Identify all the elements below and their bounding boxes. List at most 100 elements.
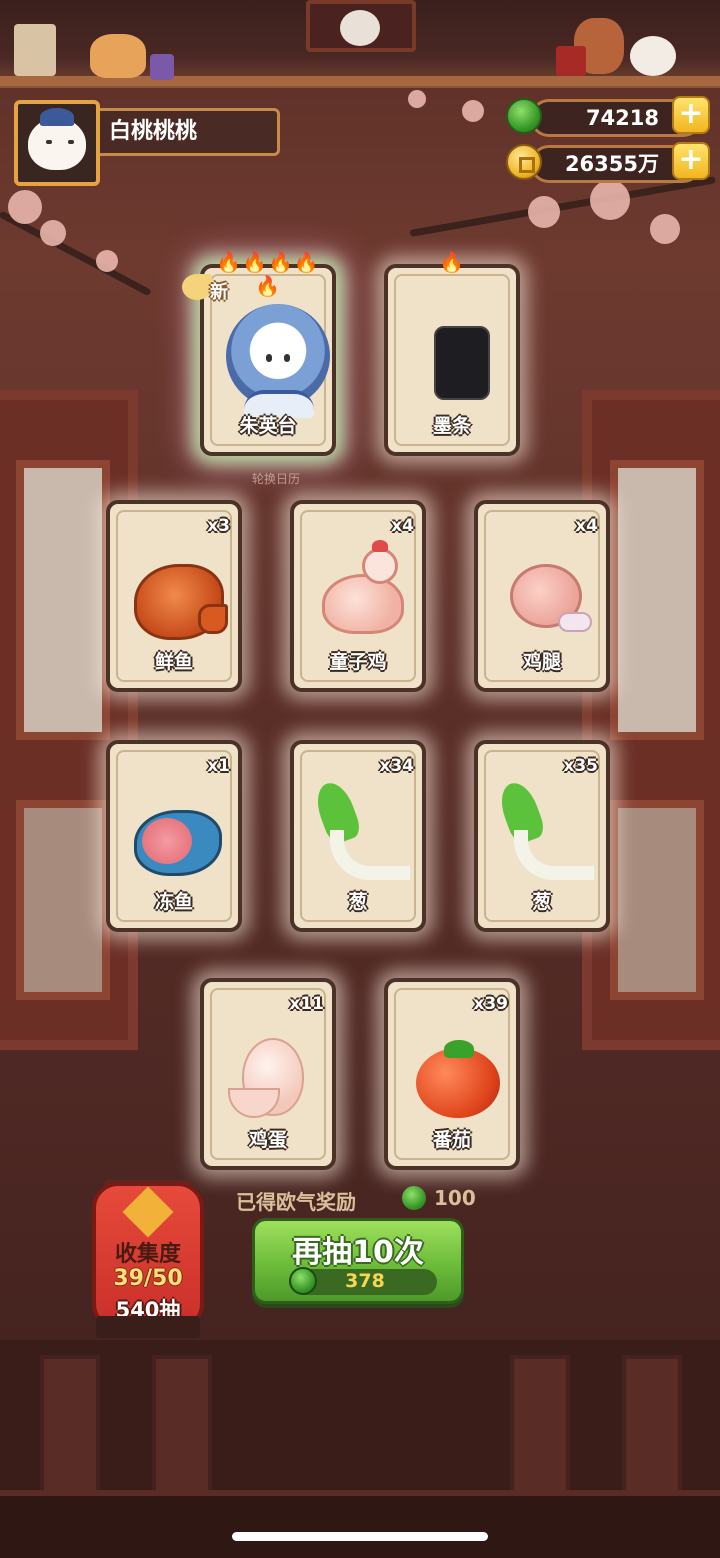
lattice-window-right (582, 390, 720, 1050)
card-label: 鸡腿 (522, 651, 561, 673)
card-label: 墨条 (432, 415, 471, 437)
draw-button-label: 再抽10次 (292, 1235, 424, 1270)
card-frozen-fish[interactable]: x1 冻鱼 (106, 740, 242, 932)
card-egg[interactable]: x11 鸡蛋 (200, 978, 336, 1170)
card-fresh-fish[interactable]: x3 鲜鱼 (106, 500, 242, 692)
chicken-art (312, 534, 404, 652)
card-drumstick[interactable]: x4 鸡腿 (474, 500, 610, 692)
character-portrait (222, 298, 330, 418)
cat-figurine-right (630, 36, 676, 76)
reward-label: 已得欧气奖励 (236, 1190, 356, 1214)
blossom (408, 90, 426, 108)
ink-stick-art (406, 298, 498, 416)
tomato-art (406, 1012, 500, 1130)
chicken-head (362, 548, 398, 584)
jade-coin-icon (506, 98, 542, 134)
chicken-icon (322, 574, 404, 634)
floor-rail (0, 1490, 720, 1558)
card-quantity: x1 (207, 756, 230, 776)
fish-cut (142, 818, 192, 864)
jade-amount: 74218 (585, 106, 659, 130)
card-label: 童子鸡 (329, 651, 387, 673)
card-label: 鸡蛋 (248, 1129, 287, 1151)
lantern-diamond (122, 1186, 174, 1238)
add-jade-button[interactable]: + (672, 96, 710, 134)
card-quantity: x11 (289, 994, 324, 1014)
girl-eye (284, 354, 290, 362)
wing-icon (182, 274, 212, 300)
card-quantity: x39 (473, 994, 508, 1014)
frozen-fish-art (128, 774, 222, 892)
card-quantity: x35 (563, 756, 598, 776)
chicken-comb (372, 540, 388, 552)
fish-tail (198, 604, 228, 634)
card-quantity: x3 (207, 516, 230, 536)
add-coins-button[interactable]: + (672, 142, 710, 180)
card-ink-stick[interactable]: 🔥 墨条 (384, 250, 520, 456)
calendar-label: 轮换日历 (252, 472, 301, 486)
card-quantity: x4 (391, 516, 414, 536)
blossom (590, 180, 630, 220)
card-label: 葱 (348, 891, 368, 913)
scallion-stem (514, 830, 594, 880)
card-tomato[interactable]: x39 番茄 (384, 978, 520, 1170)
player-name[interactable]: 白桃桃桃 (92, 108, 280, 156)
scallion-art (310, 774, 410, 892)
card-label: 番茄 (432, 1129, 471, 1151)
card-label: 朱英台 (239, 415, 297, 437)
blossom (650, 214, 680, 244)
card-zhuyingtai[interactable]: 🔥🔥🔥🔥🔥 新 朱英台 (182, 250, 336, 456)
card-label: 葱 (532, 891, 552, 913)
tomato-leaves (444, 1040, 474, 1058)
avatar-eye (68, 140, 74, 144)
collection-lantern[interactable]: 收集度 39/50 540抽 (92, 1182, 204, 1330)
scallion-stem (330, 830, 410, 880)
egg-art (222, 1012, 314, 1130)
card-young-chicken[interactable]: x4 童子鸡 (290, 500, 426, 692)
flame-icon: 🔥 (439, 250, 465, 274)
blossom (8, 190, 42, 224)
railing-post (152, 1355, 212, 1505)
bone (558, 612, 592, 632)
card-scallion-2[interactable]: x35 葱 (474, 740, 610, 932)
reward-value: 100 (434, 1186, 476, 1210)
drumstick-art (496, 534, 592, 652)
red-book (556, 46, 586, 76)
lattice-window-left (0, 390, 138, 1050)
tomato-icon (416, 1048, 500, 1118)
collection-progress: 39/50 (113, 1266, 183, 1291)
collection-title: 收集度 (114, 1242, 181, 1267)
girl-eye (266, 354, 272, 362)
card-scallion-1[interactable]: x34 葱 (290, 740, 426, 932)
scallion-art (494, 774, 594, 892)
ceramic-jar (150, 54, 174, 80)
cat-figurine-center (340, 10, 380, 46)
fresh-fish-art (128, 534, 228, 652)
avatar-eye (46, 140, 52, 144)
railing-post (40, 1355, 100, 1505)
blossom (40, 220, 66, 246)
blossom (528, 196, 560, 228)
plus-icon: + (678, 96, 704, 131)
player-avatar[interactable] (14, 100, 100, 186)
railing-post (622, 1355, 682, 1505)
draw-cost-bar: 378 (289, 1267, 437, 1295)
railing-post (510, 1355, 570, 1505)
plus-icon: + (678, 142, 704, 177)
ink-stick-icon (434, 326, 490, 400)
draw-again-button[interactable]: 再抽10次 378 (252, 1218, 464, 1304)
card-label: 鲜鱼 (154, 651, 193, 673)
card-quantity: x34 (379, 756, 414, 776)
lantern-base (96, 1316, 200, 1338)
coin-amount: 26355万 (564, 152, 659, 176)
scroll-decoration (14, 24, 56, 76)
blossom (96, 250, 118, 272)
jade-coin-icon (402, 1186, 426, 1210)
card-quantity: x4 (575, 516, 598, 536)
card-label: 冻鱼 (154, 891, 193, 913)
draw-cost: 378 (345, 1270, 385, 1292)
avatar-hat (40, 108, 74, 126)
home-indicator[interactable] (232, 1532, 488, 1541)
blossom (462, 100, 484, 122)
gold-coin-icon (506, 144, 542, 180)
